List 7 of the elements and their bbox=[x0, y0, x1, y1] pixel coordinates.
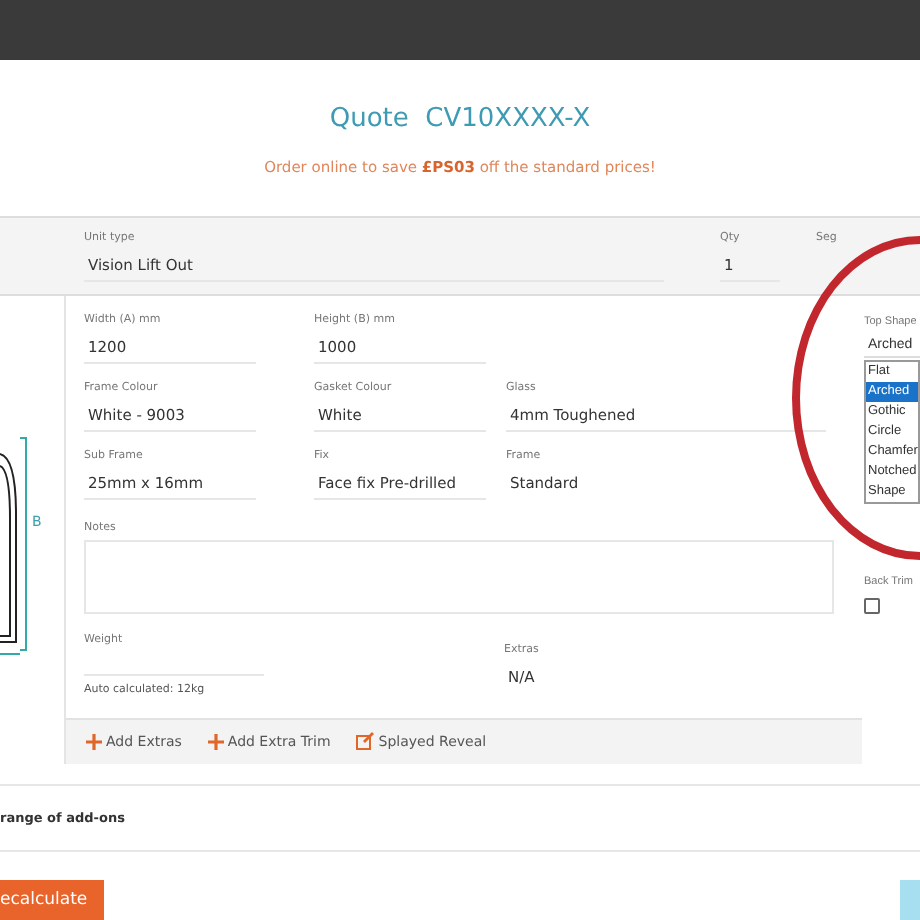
checkbox[interactable] bbox=[864, 598, 880, 614]
notes-field[interactable] bbox=[84, 540, 834, 615]
plus-icon bbox=[207, 733, 224, 750]
button[interactable] bbox=[900, 880, 920, 920]
quote-title: Quote CV10XXXX-X bbox=[329, 104, 591, 134]
edit-icon bbox=[356, 732, 375, 751]
plus-icon bbox=[86, 733, 102, 750]
